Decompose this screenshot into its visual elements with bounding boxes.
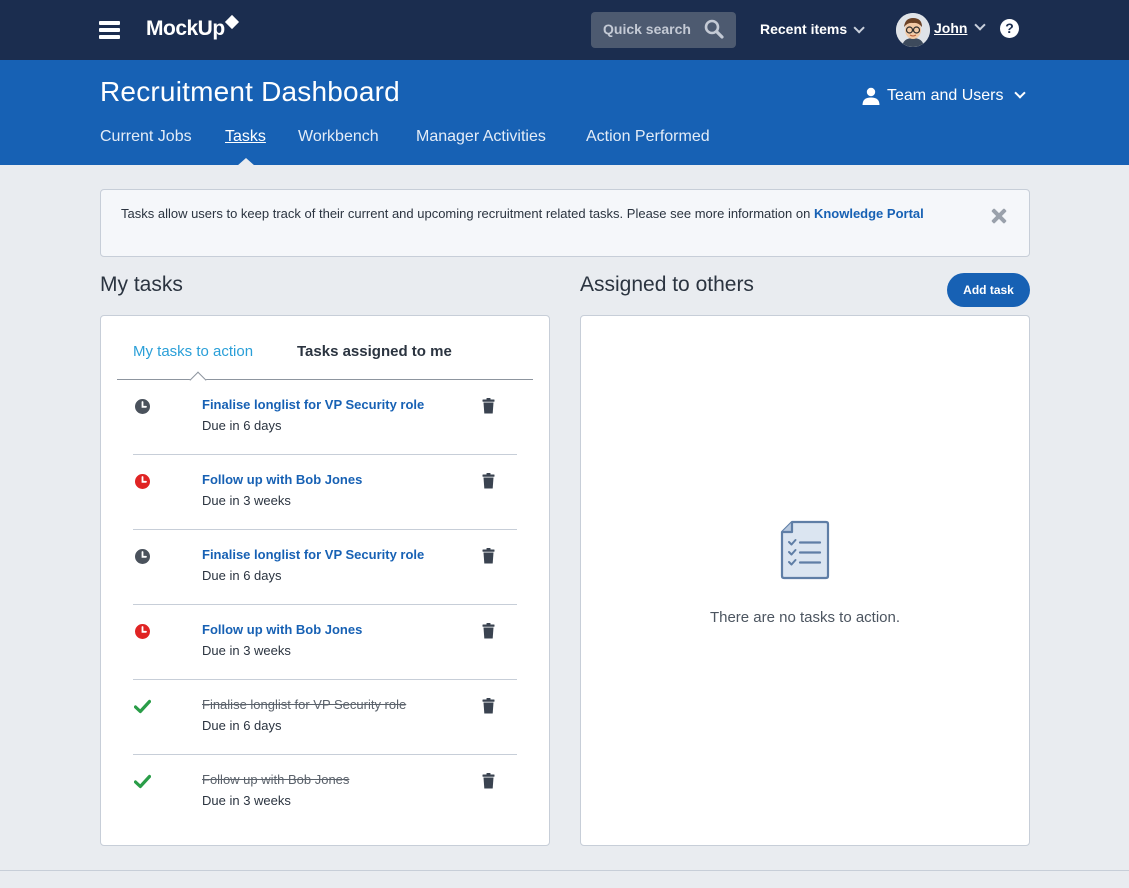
page-title: Recruitment Dashboard bbox=[100, 76, 400, 107]
task-title-link[interactable]: Follow up with Bob Jones bbox=[202, 622, 362, 637]
recent-items-label: Recent items bbox=[760, 21, 848, 37]
help-icon[interactable]: ? bbox=[1000, 19, 1019, 38]
tab-tasks-assigned-to-me[interactable]: Tasks assigned to me bbox=[297, 343, 452, 360]
task-row: Finalise longlist for VP Security role D… bbox=[133, 380, 517, 455]
user-menu[interactable]: John bbox=[934, 20, 967, 36]
search-icon[interactable] bbox=[704, 19, 724, 39]
team-and-users-menu[interactable]: Team and Users bbox=[887, 87, 1004, 105]
task-row: Finalise longlist for VP Security role D… bbox=[133, 680, 517, 755]
top-navigation-bar: MockUp Quick search Recent items John ? bbox=[0, 0, 1129, 60]
trash-icon[interactable] bbox=[482, 623, 495, 639]
tab-manager-activities[interactable]: Manager Activities bbox=[416, 128, 546, 146]
task-row: Follow up with Bob Jones Due in 3 weeks bbox=[133, 605, 517, 680]
knowledge-portal-link[interactable]: Knowledge Portal bbox=[814, 206, 924, 221]
trash-icon[interactable] bbox=[482, 698, 495, 714]
task-due-date: Due in 6 days bbox=[202, 418, 282, 433]
trash-icon[interactable] bbox=[482, 398, 495, 414]
chevron-down-icon bbox=[853, 22, 865, 34]
trash-icon[interactable] bbox=[482, 473, 495, 489]
task-due-date: Due in 3 weeks bbox=[202, 793, 291, 808]
close-icon[interactable] bbox=[991, 208, 1007, 224]
task-title-link[interactable]: Finalise longlist for VP Security role bbox=[202, 397, 424, 412]
task-due-date: Due in 3 weeks bbox=[202, 643, 291, 658]
chevron-down-icon[interactable] bbox=[1014, 87, 1026, 99]
user-icon bbox=[862, 87, 880, 105]
logo-diamond-icon bbox=[224, 14, 240, 30]
chevron-down-icon[interactable] bbox=[974, 19, 986, 31]
hamburger-icon[interactable] bbox=[99, 21, 120, 39]
trash-icon[interactable] bbox=[482, 773, 495, 789]
tab-current-jobs[interactable]: Current Jobs bbox=[100, 128, 192, 146]
tab-tasks[interactable]: Tasks bbox=[225, 128, 266, 146]
assigned-to-others-heading: Assigned to others bbox=[580, 273, 754, 296]
active-tab-indicator bbox=[237, 158, 255, 166]
info-banner: Tasks allow users to keep track of their… bbox=[100, 189, 1030, 257]
add-task-button[interactable]: Add task bbox=[947, 273, 1030, 307]
task-row: Finalise longlist for VP Security role D… bbox=[133, 530, 517, 605]
info-banner-text: Tasks allow users to keep track of their… bbox=[121, 203, 961, 224]
task-row: Follow up with Bob Jones Due in 3 weeks bbox=[133, 455, 517, 530]
assigned-to-others-panel: There are no tasks to action. bbox=[580, 315, 1030, 846]
quick-search-placeholder: Quick search bbox=[603, 21, 691, 37]
footer-divider bbox=[0, 870, 1129, 871]
info-banner-message: Tasks allow users to keep track of their… bbox=[121, 206, 811, 221]
checkmark-icon bbox=[134, 699, 151, 714]
my-tasks-heading: My tasks bbox=[100, 273, 183, 296]
task-title-link[interactable]: Finalise longlist for VP Security role bbox=[202, 547, 424, 562]
task-due-date: Due in 3 weeks bbox=[202, 493, 291, 508]
task-title-link[interactable]: Follow up with Bob Jones bbox=[202, 472, 362, 487]
task-title-link[interactable]: Follow up with Bob Jones bbox=[202, 772, 349, 787]
page-header: Recruitment Dashboard Team and Users Cur… bbox=[0, 60, 1129, 165]
task-due-date: Due in 6 days bbox=[202, 568, 282, 583]
recent-items-menu[interactable]: Recent items bbox=[760, 21, 865, 37]
avatar[interactable] bbox=[896, 13, 930, 47]
checklist-document-icon bbox=[780, 520, 830, 580]
task-due-date: Due in 6 days bbox=[202, 718, 282, 733]
quick-search-input[interactable]: Quick search bbox=[591, 12, 736, 48]
app-logo[interactable]: MockUp bbox=[146, 17, 225, 43]
checkmark-icon bbox=[134, 774, 151, 789]
overdue-clock-icon bbox=[135, 624, 150, 639]
overdue-clock-icon bbox=[135, 474, 150, 489]
clock-icon bbox=[135, 549, 150, 564]
empty-state-message: There are no tasks to action. bbox=[709, 609, 901, 626]
my-tasks-panel: My tasks to action Tasks assigned to me … bbox=[100, 315, 550, 846]
trash-icon[interactable] bbox=[482, 548, 495, 564]
tab-workbench[interactable]: Workbench bbox=[298, 128, 379, 146]
task-title-link[interactable]: Finalise longlist for VP Security role bbox=[202, 697, 406, 712]
tab-action-performed[interactable]: Action Performed bbox=[586, 128, 710, 146]
clock-icon bbox=[135, 399, 150, 414]
task-row: Follow up with Bob Jones Due in 3 weeks bbox=[133, 755, 517, 830]
tab-my-tasks-to-action[interactable]: My tasks to action bbox=[133, 343, 253, 360]
